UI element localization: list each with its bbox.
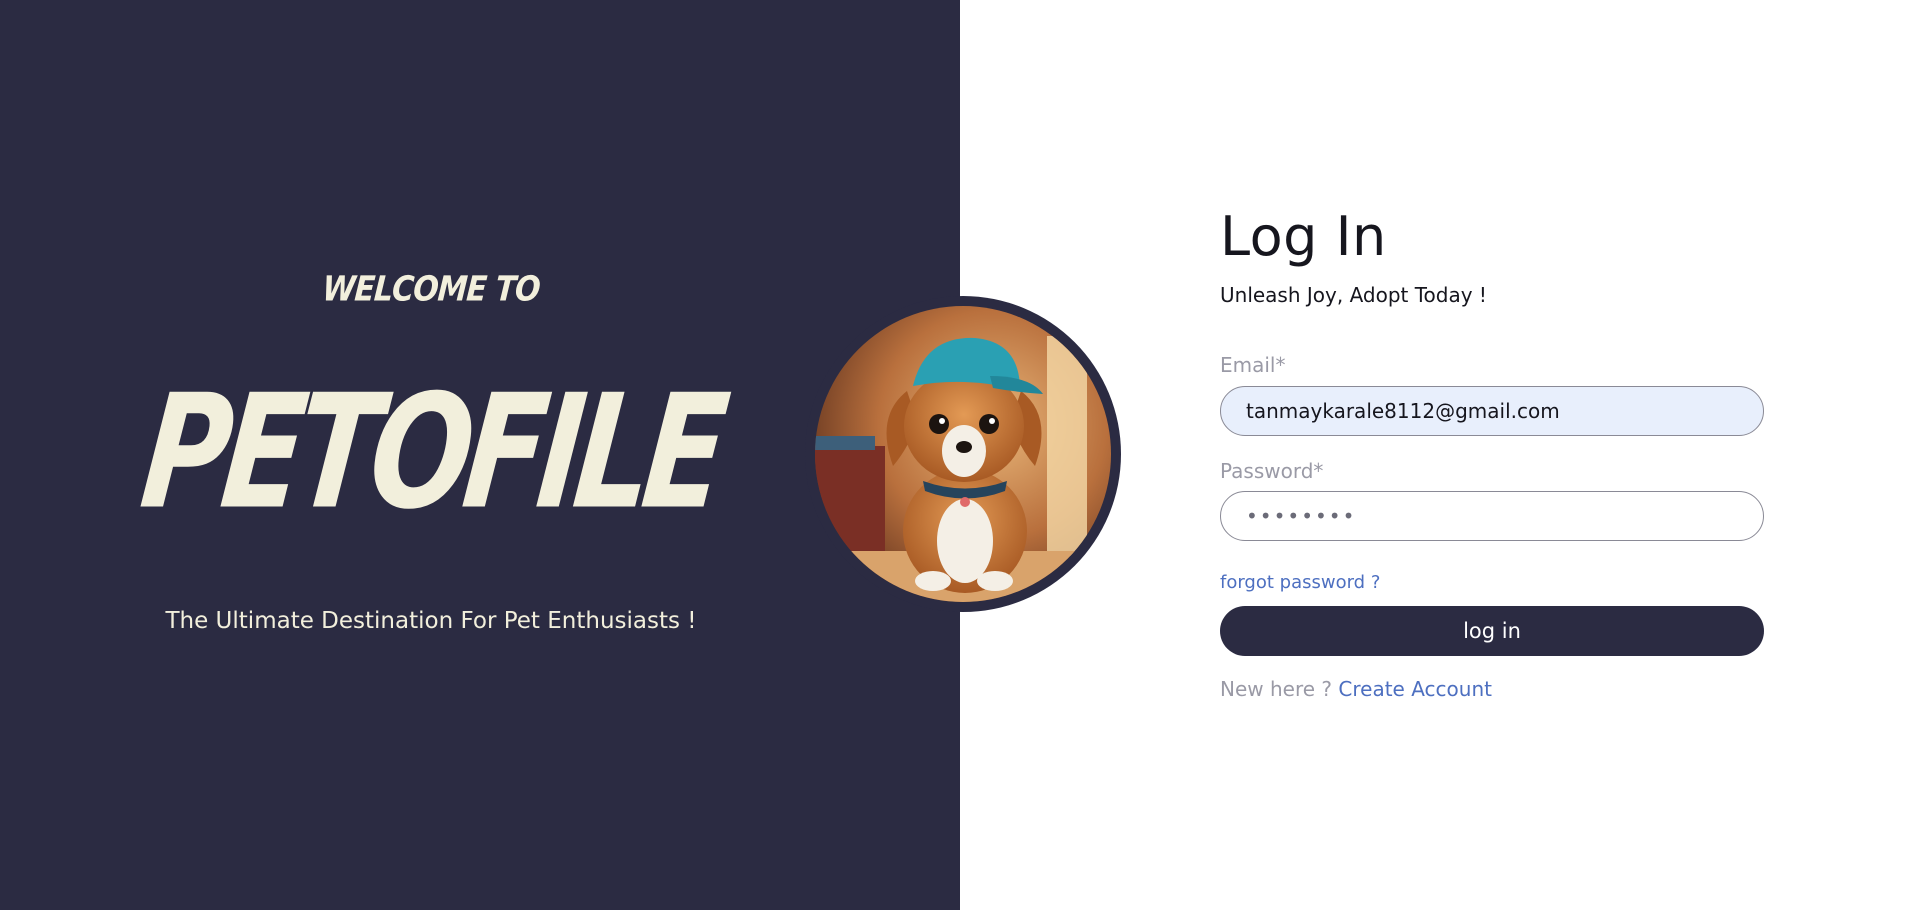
puppy-avatar-frame: [805, 296, 1121, 612]
password-label: Password*: [1220, 459, 1324, 483]
login-button[interactable]: log in: [1220, 606, 1764, 656]
create-account-link[interactable]: Create Account: [1338, 677, 1492, 701]
signup-prompt: New here ? Create Account: [1220, 677, 1492, 701]
login-title: Log In: [1220, 205, 1387, 268]
brand-logo-text: PETOFILE: [133, 361, 729, 545]
password-field[interactable]: [1220, 491, 1764, 541]
hero-tagline: The Ultimate Destination For Pet Enthusi…: [165, 608, 697, 634]
login-page: WELCOME TO PETOFILE The Ultimate Destina…: [0, 0, 1920, 910]
new-here-text: New here ?: [1220, 677, 1333, 701]
login-subtitle: Unleash Joy, Adopt Today !: [1220, 283, 1487, 307]
welcome-heading: WELCOME TO: [321, 269, 541, 310]
puppy-illustration: [815, 306, 1111, 602]
email-field[interactable]: [1220, 386, 1764, 436]
email-label: Email*: [1220, 353, 1286, 377]
puppy-image: [815, 306, 1111, 602]
forgot-password-link[interactable]: forgot password ?: [1220, 572, 1380, 593]
login-form: Log In Unleash Joy, Adopt Today ! Email*…: [1220, 0, 1780, 910]
